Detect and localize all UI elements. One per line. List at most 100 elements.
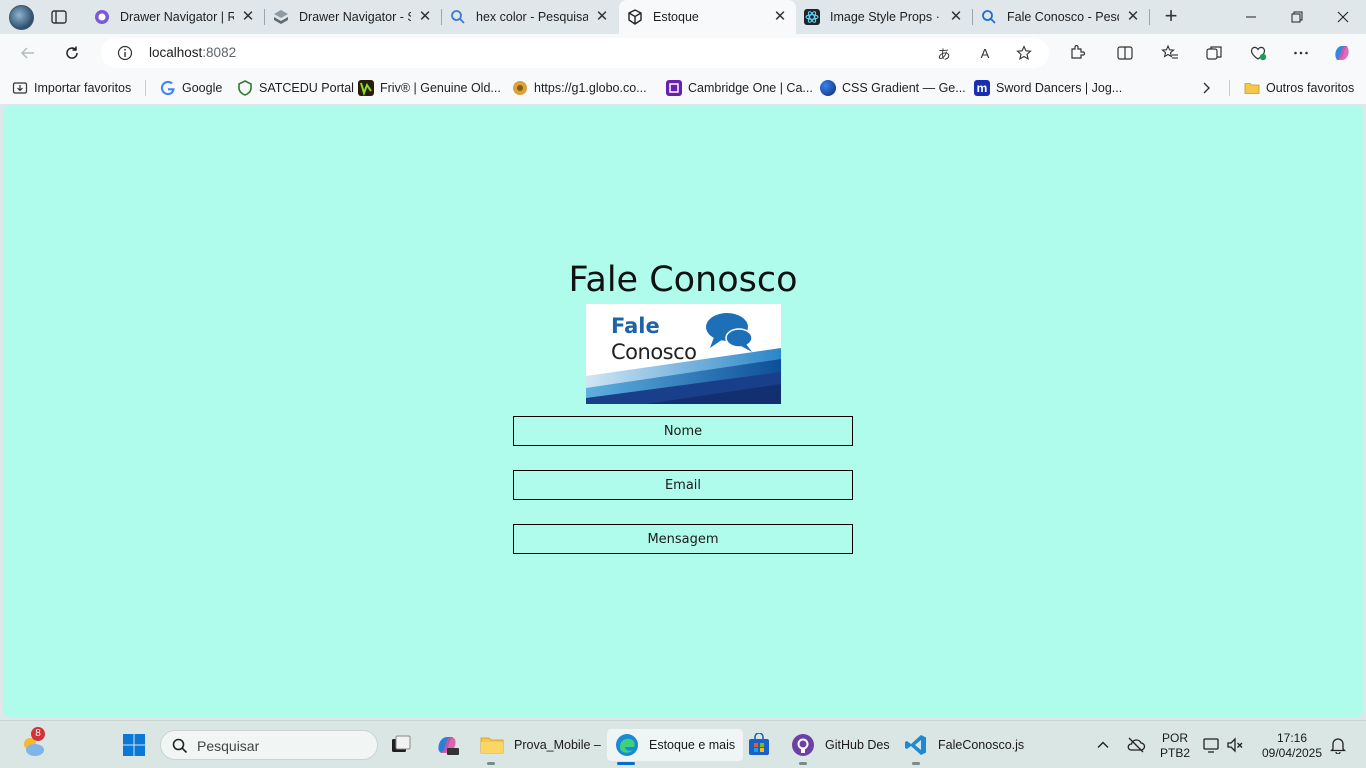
close-icon[interactable]: ✕ — [772, 9, 788, 25]
taskbar-app-github-desktop[interactable]: GitHub Des — [791, 729, 890, 761]
react-navigation-icon — [94, 9, 110, 25]
import-icon — [12, 80, 28, 96]
m365-icon — [435, 733, 459, 757]
weather-icon: 8 — [20, 727, 45, 757]
close-icon[interactable]: ✕ — [240, 9, 256, 25]
taskbar-search-box[interactable]: Pesquisar — [160, 730, 378, 760]
vscode-icon — [904, 733, 928, 757]
info-icon[interactable] — [117, 45, 133, 61]
taskbar-app-label: FaleConosco.js — [938, 738, 1025, 752]
show-hidden-icons-button[interactable] — [1096, 729, 1110, 761]
tab-estoque[interactable]: Estoque ✕ — [619, 0, 796, 34]
tab-title: Estoque — [653, 10, 699, 24]
page-title: Fale Conosco — [568, 260, 798, 300]
friv-icon — [358, 80, 374, 97]
close-icon[interactable]: ✕ — [417, 9, 433, 25]
notifications-button[interactable] — [1330, 729, 1346, 761]
restore-button[interactable] — [1274, 0, 1320, 34]
bookmark-css-gradient[interactable]: CSS Gradient — Ge... — [820, 79, 966, 97]
cloud-off-icon — [1127, 737, 1146, 753]
bookmarks-overflow-chevron-icon[interactable] — [1200, 79, 1212, 97]
active-indicator — [617, 762, 635, 765]
network-status[interactable] — [1202, 729, 1220, 761]
copilot-m365-button[interactable] — [435, 729, 469, 761]
volume-status[interactable] — [1226, 729, 1244, 761]
close-icon[interactable]: ✕ — [594, 9, 610, 25]
taskbar-app-store[interactable] — [747, 729, 781, 761]
bookmark-google[interactable]: Google — [160, 79, 222, 97]
language-code: POR — [1161, 731, 1188, 745]
start-button[interactable] — [122, 729, 156, 761]
bookmark-divider — [145, 80, 146, 96]
task-view-button[interactable] — [389, 729, 423, 761]
close-icon[interactable]: ✕ — [1125, 9, 1141, 25]
google-icon — [160, 80, 176, 96]
browser-essentials-icon[interactable] — [1248, 43, 1268, 63]
message-input[interactable] — [513, 524, 853, 554]
page-viewport: Fale Conosco Fale Conosco — [3, 105, 1363, 717]
globo-icon — [512, 80, 528, 96]
fale-conosco-logo: Fale Conosco — [586, 304, 781, 404]
bookmark-cambridge-one[interactable]: Cambridge One | Ca... — [666, 79, 813, 97]
react-icon — [804, 9, 820, 25]
edge-icon — [615, 733, 639, 757]
profile-avatar[interactable] — [9, 5, 34, 30]
browser-tab-strip: Drawer Navigator | Re ✕ Drawer Navigator… — [0, 0, 1366, 34]
folder-icon — [1244, 80, 1260, 96]
taskbar-app-label: Estoque e mais — [649, 738, 736, 752]
bookmark-satcedu[interactable]: SATCEDU Portal — [237, 79, 354, 97]
clock[interactable]: 17:16 09/04/2025 — [1256, 731, 1328, 761]
close-icon[interactable]: ✕ — [948, 9, 964, 25]
bookmark-label: CSS Gradient — Ge... — [842, 81, 966, 95]
taskbar-app-edge[interactable]: Estoque e mais — [607, 729, 744, 761]
search-placeholder: Pesquisar — [197, 738, 260, 754]
minimize-button[interactable] — [1228, 0, 1274, 34]
running-indicator — [487, 762, 495, 765]
tab-actions-icon[interactable] — [50, 8, 68, 26]
tab-drawer-navigator-snack[interactable]: Drawer Navigator - Sr ✕ — [265, 0, 441, 34]
refresh-button[interactable] — [60, 41, 84, 65]
split-screen-icon[interactable] — [1115, 43, 1135, 63]
tab-image-style-props[interactable]: Image Style Props · Re ✕ — [796, 0, 972, 34]
gradient-icon — [820, 80, 836, 96]
taskbar-app-label: Prova_Mobile – — [514, 738, 601, 752]
name-input[interactable] — [513, 416, 853, 446]
favorites-icon[interactable] — [1160, 43, 1180, 63]
search-icon — [981, 9, 997, 25]
url-host: localhost — [149, 45, 203, 60]
weather-widget[interactable]: 8 — [20, 727, 45, 761]
search-icon — [172, 738, 188, 754]
tab-hex-color-search[interactable]: hex color - Pesquisar ✕ — [442, 0, 618, 34]
back-button[interactable] — [16, 41, 40, 65]
bookmark-friv[interactable]: Friv® | Genuine Old... — [358, 79, 501, 97]
bookmark-sword-dancers[interactable]: m Sword Dancers | Jog... — [974, 79, 1122, 97]
taskbar-app-file-explorer[interactable]: Prova_Mobile – — [480, 729, 601, 761]
bookmark-other-favorites[interactable]: Outros favoritos — [1244, 79, 1354, 97]
more-options-icon[interactable] — [1291, 43, 1311, 63]
chevron-up-icon — [1097, 741, 1109, 748]
email-input[interactable] — [513, 470, 853, 500]
bookmark-label: https://g1.globo.co... — [534, 81, 647, 95]
new-tab-button[interactable]: + — [1162, 5, 1180, 27]
onedrive-status[interactable] — [1126, 729, 1146, 761]
extensions-icon[interactable] — [1067, 43, 1087, 63]
address-bar[interactable]: localhost:8082 あ A — [101, 38, 1049, 68]
clock-date: 09/04/2025 — [1261, 746, 1323, 760]
tab-fale-conosco-search[interactable]: Fale Conosco - Pesqui ✕ — [973, 0, 1149, 34]
running-indicator — [912, 762, 920, 765]
favorite-star-icon[interactable] — [1015, 45, 1033, 61]
collections-icon[interactable] — [1204, 43, 1224, 63]
read-aloud-icon[interactable]: A — [976, 45, 994, 61]
tab-title: Drawer Navigator | Re — [120, 10, 234, 24]
input-language-indicator[interactable]: POR PTB2 — [1158, 731, 1192, 761]
tab-title: hex color - Pesquisar — [476, 10, 588, 24]
bookmark-import-favorites[interactable]: Importar favoritos — [12, 79, 131, 97]
copilot-icon[interactable] — [1332, 43, 1352, 63]
shield-icon — [237, 80, 253, 96]
bookmark-g1-globo[interactable]: https://g1.globo.co... — [512, 79, 647, 97]
close-window-button[interactable] — [1320, 0, 1366, 34]
task-view-icon — [389, 733, 413, 757]
tab-drawer-navigator-reactnav[interactable]: Drawer Navigator | Re ✕ — [86, 0, 264, 34]
taskbar-app-vscode[interactable]: FaleConosco.js — [904, 729, 1024, 761]
translate-icon[interactable]: あ — [935, 45, 953, 62]
